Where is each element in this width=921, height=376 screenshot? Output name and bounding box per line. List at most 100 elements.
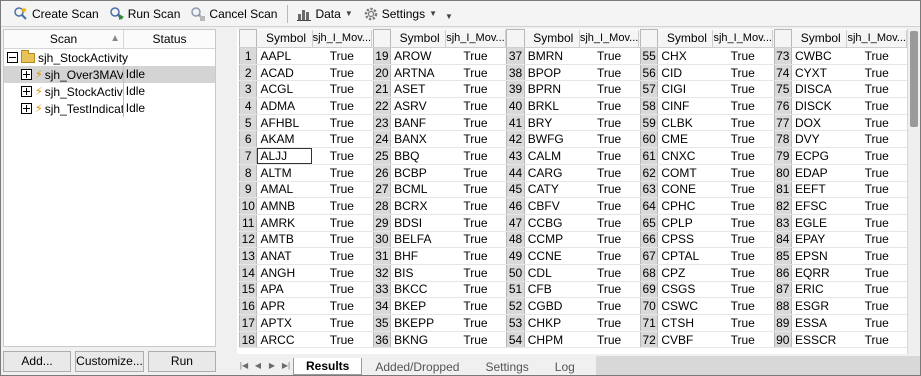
table-row[interactable]: 5 AFHBL True 23 BANF True 41 BRY True 59 CLBK True 7… [238,113,907,132]
row-number[interactable]: 69 [639,280,659,299]
row-number[interactable]: 78 [773,130,792,149]
row-number[interactable]: 18 [238,330,258,349]
indicator-value-cell[interactable]: True [712,114,773,132]
row-number[interactable]: 15 [238,280,258,299]
symbol-cell[interactable]: CALM [524,147,580,165]
symbol-cell[interactable]: ARCC [256,331,313,349]
table-row[interactable]: 11 AMRK True 29 BDSI True 47 CCBG True 65 CPLP True… [238,213,907,232]
indicator-column-header[interactable]: sjh_I_Mov... [445,29,506,48]
symbol-cell[interactable]: ASET [390,80,446,99]
table-row[interactable]: 17 APTX True 35 BKEPP True 53 CHKP True 71 CTSH Tru… [238,314,907,332]
indicator-value-cell[interactable]: True [445,164,506,182]
row-number[interactable]: 30 [372,230,392,249]
symbol-cell[interactable]: ACAD [256,64,313,82]
indicator-value-cell[interactable]: True [579,97,639,115]
row-number[interactable]: 27 [372,180,392,199]
table-row[interactable]: 4 ADMA True 22 ASRV True 40 BRKL True 58 CINF True 7… [238,97,907,115]
row-number[interactable]: 10 [238,197,258,215]
row-number[interactable]: 1 [238,47,258,65]
symbol-cell[interactable]: APA [256,281,313,299]
symbol-cell[interactable]: BWFG [524,130,580,149]
scrollbar-thumb[interactable] [910,31,918,127]
indicator-value-cell[interactable]: True [712,214,773,232]
symbol-cell[interactable]: EPAY [791,231,847,249]
indicator-value-cell[interactable]: True [579,214,639,232]
symbol-cell[interactable]: BELFA [390,231,446,249]
row-number[interactable]: 60 [639,130,659,149]
indicator-value-cell[interactable]: True [312,214,372,232]
row-number[interactable]: 24 [372,130,392,149]
symbol-cell[interactable]: CPZ [657,264,713,282]
indicator-value-cell[interactable]: True [445,247,506,265]
symbol-cell[interactable]: BKEP [390,297,446,315]
indicator-value-cell[interactable]: True [445,297,506,315]
row-number[interactable]: 52 [506,297,525,315]
indicator-value-cell[interactable]: True [712,331,773,349]
symbol-cell[interactable]: APR [256,297,313,315]
symbol-cell[interactable]: BHF [390,247,446,265]
symbol-cell[interactable]: ADMA [256,97,313,115]
indicator-value-cell[interactable]: True [846,331,907,349]
indicator-value-cell[interactable]: True [579,331,639,349]
table-row[interactable]: 6 AKAM True 24 BANX True 42 BWFG True 60 CME True 78… [238,130,907,149]
row-number[interactable]: 28 [372,197,392,215]
row-number[interactable]: 84 [773,230,792,249]
symbol-column-header[interactable]: Symbol [657,29,714,48]
symbol-cell[interactable]: BIS [390,264,446,282]
indicator-value-cell[interactable]: True [445,214,506,232]
indicator-value-cell[interactable]: True [579,114,639,132]
indicator-value-cell[interactable]: True [579,147,639,165]
vertical-scrollbar[interactable] [907,29,919,354]
table-row[interactable]: 3 ACGL True 21 ASET True 39 BPRN True 57 CIGI True 7… [238,80,907,99]
tree-root-folder[interactable]: sjh_StockActivity [4,49,215,66]
indicator-column-header[interactable]: sjh_I_Mov... [712,29,773,48]
indicator-value-cell[interactable]: True [312,164,372,182]
row-number[interactable]: 63 [639,180,659,199]
indicator-value-cell[interactable]: True [846,297,907,315]
row-number[interactable]: 44 [506,163,525,182]
row-number[interactable]: 61 [639,147,659,165]
symbol-cell[interactable]: AMNB [256,197,313,215]
row-number[interactable]: 25 [372,147,392,165]
row-number[interactable]: 87 [773,280,792,299]
indicator-value-cell[interactable]: True [846,114,907,132]
indicator-value-cell[interactable]: True [712,97,773,115]
symbol-cell[interactable]: CYXT [791,64,847,82]
row-number[interactable]: 12 [238,230,258,249]
symbol-cell[interactable]: BCBP [390,164,446,182]
row-number[interactable]: 41 [506,113,525,132]
row-number[interactable]: 64 [639,197,659,215]
table-row[interactable]: 15 APA True 33 BKCC True 51 CFB True 69 CSGS True 87… [238,280,907,299]
customize-button[interactable]: Customize... [75,351,144,372]
symbol-cell[interactable]: ERIC [791,281,847,299]
indicator-value-cell[interactable]: True [312,80,372,99]
indicator-value-cell[interactable]: True [846,247,907,265]
symbol-cell[interactable]: BRKL [524,97,580,115]
row-number[interactable]: 73 [773,47,792,65]
status-column-header[interactable]: Status [124,30,215,48]
cancel-scan-button[interactable]: Cancel Scan [186,4,283,24]
row-number[interactable]: 23 [372,113,392,132]
row-number[interactable]: 77 [773,113,792,132]
symbol-cell[interactable]: CBFV [524,197,580,215]
row-number[interactable]: 3 [238,80,258,99]
table-row[interactable]: 10 AMNB True 28 BCRX True 46 CBFV True 64 CPHC True… [238,197,907,215]
symbol-cell[interactable]: ARTNA [390,64,446,82]
row-number[interactable]: 59 [639,113,659,132]
last-sheet-icon[interactable]: ▶| [279,356,293,375]
symbol-cell[interactable]: ESSA [791,314,847,332]
symbol-cell[interactable]: BPRN [524,80,580,99]
tab-added-dropped[interactable]: Added/Dropped [362,358,472,375]
symbol-cell[interactable]: CFB [524,281,580,299]
row-number[interactable]: 39 [506,80,525,99]
create-scan-button[interactable]: Create Scan [9,4,105,24]
symbol-column-header[interactable]: Symbol [790,29,848,48]
indicator-value-cell[interactable]: True [312,130,372,149]
row-number[interactable]: 22 [372,97,392,115]
row-number[interactable]: 81 [773,180,792,199]
table-row[interactable]: 12 AMTB True 30 BELFA True 48 CCMP True 66 CPSS Tru… [238,230,907,249]
indicator-value-cell[interactable]: True [579,197,639,215]
symbol-cell[interactable]: EQRR [791,264,847,282]
row-number[interactable]: 34 [372,297,392,315]
run-scan-button[interactable]: Run Scan [105,4,187,24]
